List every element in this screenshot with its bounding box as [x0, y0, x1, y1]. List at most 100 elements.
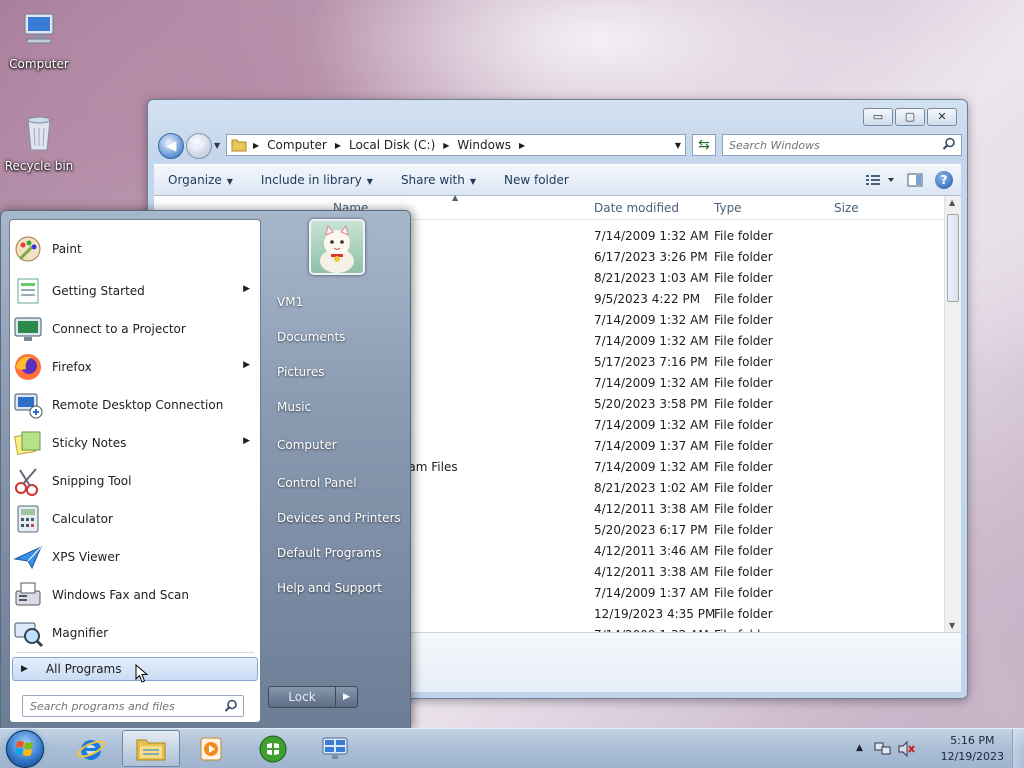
program-label: Paint: [52, 242, 82, 256]
refresh-button[interactable]: ⇆: [692, 134, 716, 156]
clock[interactable]: 5:16 PM 12/19/2023: [941, 733, 1004, 765]
breadcrumb-separator-icon[interactable]: ▶: [519, 141, 525, 150]
program-item-xps-viewer[interactable]: XPS Viewer: [12, 539, 258, 575]
minimize-button[interactable]: ▭: [863, 108, 893, 126]
share-with-menu[interactable]: Share with ▼: [387, 173, 490, 187]
scroll-down-icon[interactable]: ▼: [949, 621, 955, 630]
show-hidden-icons[interactable]: ▲: [856, 743, 863, 753]
back-button[interactable]: ◀: [158, 133, 184, 159]
new-folder-button[interactable]: New folder: [490, 173, 583, 187]
preview-pane-icon[interactable]: [907, 173, 923, 187]
mouse-cursor-icon: [135, 664, 149, 683]
search-windows-input[interactable]: [723, 135, 933, 155]
row-date: 5/20/2023 6:17 PM: [594, 523, 708, 537]
maximize-button[interactable]: ▢: [895, 108, 925, 126]
shutdown-options-button[interactable]: ▶: [336, 686, 358, 708]
view-options-icon[interactable]: [865, 173, 895, 187]
taskbar-media-player[interactable]: [182, 730, 240, 767]
start-search-box[interactable]: [22, 695, 244, 717]
breadcrumb-separator-icon[interactable]: ▶: [253, 141, 259, 150]
triangle-right-icon: ▶: [21, 664, 28, 674]
new-folder-label: New folder: [504, 173, 569, 187]
snipping-tool-icon: [15, 468, 38, 496]
program-label: Magnifier: [52, 626, 109, 640]
program-item-fax-scan[interactable]: Windows Fax and Scan: [12, 577, 258, 613]
program-item-magnifier[interactable]: Magnifier: [12, 615, 258, 651]
search-windows-box[interactable]: [722, 134, 962, 156]
breadcrumb-windows[interactable]: Windows: [457, 138, 511, 152]
vertical-scrollbar[interactable]: ▲ ▼: [944, 196, 961, 632]
clock-time: 5:16 PM: [950, 734, 995, 747]
start-right-item-default-programs[interactable]: Default Programs: [269, 538, 405, 568]
forward-arrow-icon: ▶: [193, 138, 205, 154]
start-right-item-vm1[interactable]: VM1: [269, 287, 405, 317]
help-button[interactable]: ?: [935, 171, 953, 189]
submenu-arrow-icon[interactable]: ▶: [243, 436, 250, 446]
taskbar-internet-explorer[interactable]: [62, 730, 120, 767]
row-date: 12/19/2023 4:35 PM: [594, 607, 716, 621]
column-header-type[interactable]: Type: [714, 201, 742, 215]
taskbar-network-app[interactable]: [306, 730, 364, 767]
start-right-item-pictures[interactable]: Pictures: [269, 357, 405, 387]
program-item-sticky-notes[interactable]: Sticky Notes ▶: [12, 425, 258, 461]
breadcrumb-separator-icon[interactable]: ▶: [443, 141, 449, 150]
all-programs-label: All Programs: [45, 662, 122, 676]
start-right-item-help-and-support[interactable]: Help and Support: [269, 573, 405, 603]
submenu-arrow-icon[interactable]: ▶: [243, 360, 250, 370]
network-icon[interactable]: [874, 741, 892, 757]
breadcrumb-separator-icon[interactable]: ▶: [335, 141, 341, 150]
address-dropdown-icon[interactable]: ▼: [675, 141, 681, 150]
user-avatar[interactable]: [309, 219, 365, 275]
include-in-library-menu[interactable]: Include in library ▼: [247, 173, 387, 187]
search-icon[interactable]: [942, 137, 956, 151]
lock-button[interactable]: Lock: [268, 686, 336, 708]
program-label: Firefox: [52, 360, 92, 374]
breadcrumb-computer[interactable]: Computer: [267, 138, 327, 152]
column-header-size[interactable]: Size: [834, 201, 859, 215]
taskbar-media-center[interactable]: [244, 730, 302, 767]
program-item-paint[interactable]: Paint: [12, 231, 258, 267]
program-item-remote-desktop[interactable]: Remote Desktop Connection: [12, 387, 258, 423]
volume-muted-icon[interactable]: [898, 741, 916, 757]
show-desktop-button[interactable]: [1012, 729, 1024, 768]
row-type: File folder: [714, 271, 773, 285]
programs-pane: Paint Getting Started ▶ Connect to a Projec…: [9, 219, 261, 723]
row-date: 5/20/2023 3:58 PM: [594, 397, 708, 411]
desktop-icon-recycle-bin[interactable]: Recycle bin: [1, 112, 77, 173]
start-right-item-documents[interactable]: Documents: [269, 322, 405, 352]
row-type: File folder: [714, 418, 773, 432]
scroll-up-icon[interactable]: ▲: [949, 198, 955, 207]
program-item-projector[interactable]: Connect to a Projector: [12, 311, 258, 347]
organize-menu[interactable]: Organize ▼: [154, 173, 247, 187]
row-date: 7/14/2009 1:32 AM: [594, 418, 709, 432]
start-right-item-music[interactable]: Music: [269, 392, 405, 422]
start-button[interactable]: [6, 730, 44, 768]
program-item-firefox[interactable]: Firefox ▶: [12, 349, 258, 385]
address-bar[interactable]: ▶ Computer ▶ Local Disk (C:) ▶ Windows ▶…: [226, 134, 686, 156]
forward-button[interactable]: ▶: [186, 133, 212, 159]
taskbar-windows-explorer[interactable]: [122, 730, 180, 767]
sort-indicator-icon: ▲: [452, 193, 459, 202]
share-label: Share with: [400, 173, 465, 187]
all-programs-button[interactable]: ▶ All Programs: [12, 657, 258, 683]
program-item-calculator[interactable]: Calculator: [12, 501, 258, 537]
scroll-thumb[interactable]: [947, 214, 959, 302]
row-date: 7/14/2009 1:32 AM: [594, 229, 709, 243]
breadcrumb-local-disk[interactable]: Local Disk (C:): [349, 138, 435, 152]
recent-pages-dropdown[interactable]: ▼: [214, 141, 220, 150]
row-date: 4/12/2011 3:38 AM: [594, 502, 709, 516]
search-icon[interactable]: [224, 699, 238, 713]
start-right-item-control-panel[interactable]: Control Panel: [269, 468, 405, 498]
lucky-cat-icon: [320, 224, 354, 273]
row-type: File folder: [714, 229, 773, 243]
taskbar: ▲ 5:16 PM 12/19/2023: [0, 728, 1024, 768]
program-item-snipping-tool[interactable]: Snipping Tool: [12, 463, 258, 499]
start-right-item-devices-and-printers[interactable]: Devices and Printers: [269, 503, 405, 533]
column-header-date[interactable]: Date modified: [594, 201, 679, 215]
program-item-getting-started[interactable]: Getting Started ▶: [12, 273, 258, 309]
desktop-icon-computer[interactable]: Computer: [1, 10, 77, 71]
start-right-item-computer[interactable]: Computer: [269, 430, 405, 460]
start-search-input[interactable]: [23, 696, 218, 716]
submenu-arrow-icon[interactable]: ▶: [243, 284, 250, 294]
close-button[interactable]: ✕: [927, 108, 957, 126]
